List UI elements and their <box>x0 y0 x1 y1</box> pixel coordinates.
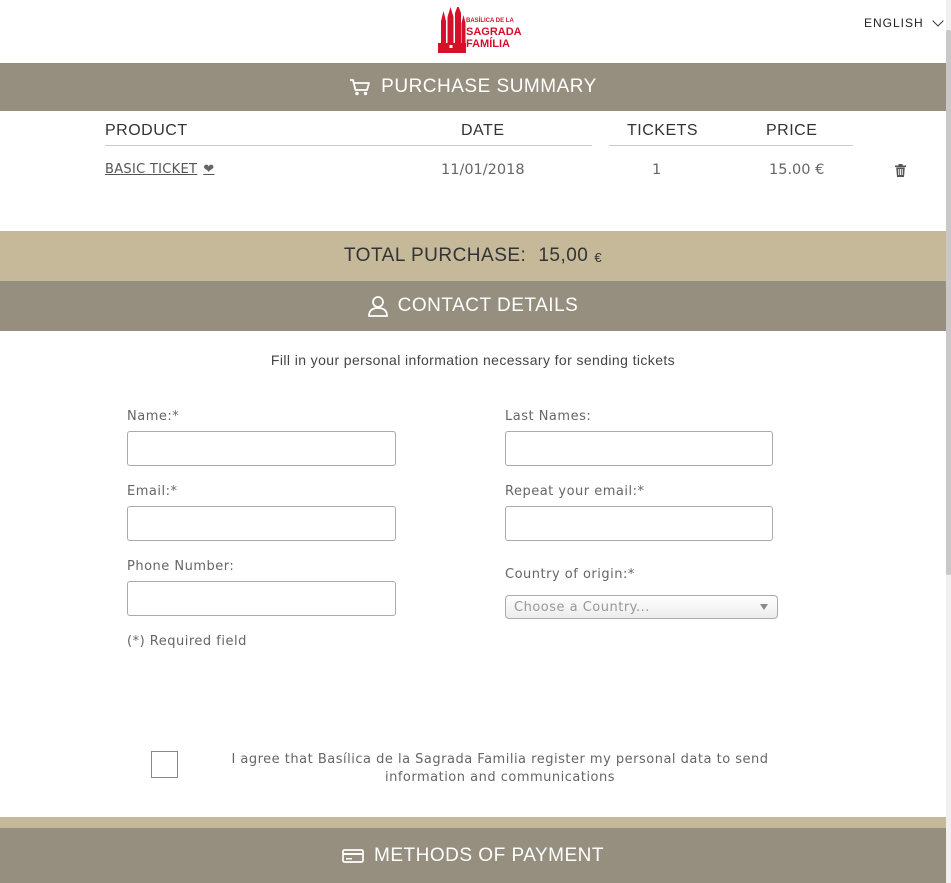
purchase-summary-title: PURCHASE SUMMARY <box>381 76 597 97</box>
logo-line-3: FAMÍLIA <box>466 38 510 50</box>
contact-details-header: CONTACT DETAILS <box>0 281 946 331</box>
phone-label: Phone Number: <box>127 559 235 574</box>
consent-checkbox[interactable] <box>151 751 178 778</box>
chevron-down-icon <box>932 14 944 27</box>
user-icon <box>367 296 388 317</box>
country-label: Country of origin:* <box>505 567 635 582</box>
repeat-email-label: Repeat your email:* <box>505 484 645 499</box>
header-divider <box>609 145 853 146</box>
payment-separator <box>0 817 946 828</box>
last-names-label: Last Names: <box>505 409 592 424</box>
credit-card-icon <box>342 848 364 863</box>
column-header-price: PRICE <box>766 122 818 139</box>
column-header-date: DATE <box>461 122 505 139</box>
required-field-note: (*) Required field <box>127 634 247 649</box>
language-label: ENGLISH <box>864 16 924 30</box>
last-names-input[interactable] <box>505 431 773 466</box>
contact-intro-text: Fill in your personal information necess… <box>270 352 676 368</box>
methods-of-payment-title: METHODS OF PAYMENT <box>374 844 604 866</box>
row-date: 11/01/2018 <box>441 162 525 178</box>
repeat-email-input[interactable] <box>505 506 773 541</box>
phone-input[interactable] <box>127 581 396 616</box>
sagrada-familia-logo[interactable]: BASÍLICA DE LA SAGRADA FAMÍLIA <box>438 7 528 54</box>
total-purchase-amount: 15,00 <box>538 245 589 266</box>
name-label: Name:* <box>127 409 180 424</box>
country-select-value: Choose a Country... <box>514 599 650 615</box>
header-divider <box>105 145 592 146</box>
total-currency: € <box>594 250 603 265</box>
product-name: BASIC TICKET <box>105 162 198 177</box>
consent-text: I agree that Basílica de la Sagrada Fami… <box>231 752 769 785</box>
trash-icon <box>895 164 906 177</box>
name-input[interactable] <box>127 431 396 466</box>
email-label: Email:* <box>127 484 178 499</box>
basilica-towers-icon <box>438 7 466 53</box>
scrollbar-thumb[interactable] <box>946 30 951 575</box>
table-row: BASIC TICKET ❤ <box>105 162 214 177</box>
logo-line-2: SAGRADA <box>466 26 522 38</box>
page-scrollbar[interactable] <box>946 0 951 883</box>
product-link-basic-ticket[interactable]: BASIC TICKET ❤ <box>105 162 214 177</box>
row-price: 15.00 € <box>769 162 825 178</box>
purchase-summary-table: PRODUCT DATE TICKETS PRICE BASIC TICKET … <box>105 111 925 231</box>
row-tickets: 1 <box>652 162 662 178</box>
caret-down-icon <box>760 604 768 610</box>
language-selector[interactable]: ENGLISH <box>864 14 944 30</box>
heart-icon: ❤ <box>203 162 215 177</box>
site-header: BASÍLICA DE LA SAGRADA FAMÍLIA ENGLISH <box>0 0 946 63</box>
delete-button[interactable] <box>895 162 906 181</box>
purchase-summary-header: PURCHASE SUMMARY <box>0 63 946 111</box>
column-header-tickets: TICKETS <box>627 122 699 139</box>
methods-of-payment-header: METHODS OF PAYMENT <box>0 828 946 883</box>
column-header-product: PRODUCT <box>105 122 188 139</box>
cart-icon <box>350 79 371 96</box>
country-select[interactable]: Choose a Country... <box>505 595 778 619</box>
total-purchase-label: TOTAL PURCHASE: <box>343 245 527 266</box>
email-input[interactable] <box>127 506 396 541</box>
contact-details-title: CONTACT DETAILS <box>397 295 579 316</box>
logo-line-1: BASÍLICA DE LA <box>466 18 514 24</box>
total-purchase-bar: TOTAL PURCHASE: 15,00 € <box>0 231 946 281</box>
